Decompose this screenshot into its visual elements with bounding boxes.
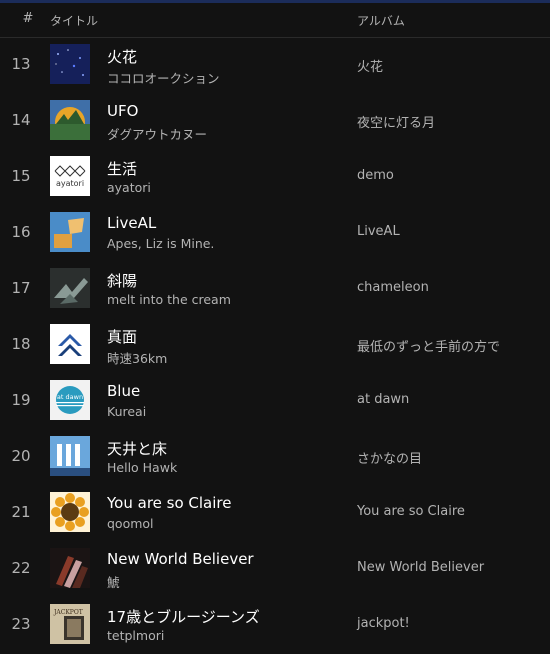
ufo-album-art [50,100,90,140]
track-row[interactable]: 23 JACKPOT 17歳とブルージーンズ tetplmori jackpot… [0,598,550,654]
hibana-album-art [50,44,90,84]
track-title[interactable]: 火花 [107,46,137,67]
new-world-album-art [50,548,90,588]
track-artist[interactable]: Apes, Liz is Mine. [107,236,214,251]
track-row[interactable]: 14 UFO ダグアウトカヌー 夜空に灯る月 [0,94,550,150]
track-artist[interactable]: ココロオークション [107,68,220,87]
track-artist[interactable]: ダグアウトカヌー [107,124,207,143]
track-album[interactable]: 火花 [357,56,383,75]
track-title[interactable]: 17歳とブルージーンズ [107,606,260,627]
track-number: 21 [11,503,31,521]
track-number: 14 [11,111,31,129]
track-number: 13 [11,55,31,73]
track-album[interactable]: 最低のずっと手前の方で [357,336,500,355]
column-header-number: # [22,11,34,26]
chevron-album-art [50,324,90,364]
track-album[interactable]: LiveAL [357,224,400,239]
jackpot-album-art: JACKPOT [50,604,90,644]
track-album[interactable]: New World Believer [357,560,484,575]
tracklist: 13 火花 ココロオークション 火花 14 UFO ダグアウトカヌー 夜空に灯る… [0,38,550,654]
track-artist[interactable]: ayatori [107,180,151,195]
track-artist[interactable]: melt into the cream [107,292,231,307]
track-number: 18 [11,335,31,353]
track-number: 23 [11,615,31,633]
at-dawn-album-art: at dawn [50,380,90,420]
track-title[interactable]: 斜陽 [107,270,137,291]
track-album[interactable]: jackpot! [357,616,410,631]
track-row[interactable]: 18 真面 時速36km 最低のずっと手前の方で [0,318,550,374]
track-album[interactable]: You are so Claire [357,504,465,519]
track-title[interactable]: You are so Claire [107,494,231,512]
track-artist[interactable]: Kureai [107,404,146,419]
sunflower-album-art [50,492,90,532]
track-row[interactable]: 17 斜陽 melt into the cream chameleon [0,262,550,318]
track-artist[interactable]: 鯱 [107,572,120,591]
column-header-album[interactable]: アルバム [357,12,405,29]
track-title[interactable]: 天井と床 [107,438,167,459]
track-row[interactable]: 16 LiveAL Apes, Liz is Mine. LiveAL [0,206,550,262]
track-row[interactable]: 13 火花 ココロオークション 火花 [0,38,550,94]
track-row[interactable]: 21 You are so Claire qoomol You are so C… [0,486,550,542]
track-album[interactable]: chameleon [357,280,429,295]
track-artist[interactable]: Hello Hawk [107,460,177,475]
track-artist[interactable]: qoomol [107,516,154,531]
track-number: 16 [11,223,31,241]
track-number: 20 [11,447,31,465]
track-title[interactable]: 生活 [107,158,137,179]
track-number: 19 [11,391,31,409]
track-row[interactable]: 15 ayatori 生活 ayatori demo [0,150,550,206]
art-text: ayatori [56,179,84,188]
track-row[interactable]: 22 New World Believer 鯱 New World Believ… [0,542,550,598]
track-album[interactable]: 夜空に灯る月 [357,112,435,131]
track-title[interactable]: New World Believer [107,550,254,568]
tracklist-header: # タイトル アルバム [0,3,550,38]
column-header-title[interactable]: タイトル [50,12,98,29]
art-text: at dawn [57,393,83,401]
track-number: 17 [11,279,31,297]
track-title[interactable]: LiveAL [107,214,156,232]
track-title[interactable]: 真面 [107,326,137,347]
track-title[interactable]: UFO [107,102,138,120]
track-title[interactable]: Blue [107,382,140,400]
sakana-album-art [50,436,90,476]
track-number: 22 [11,559,31,577]
track-row[interactable]: 20 天井と床 Hello Hawk さかなの目 [0,430,550,486]
chameleon-album-art [50,268,90,308]
track-album[interactable]: at dawn [357,392,409,407]
art-text: JACKPOT [53,609,83,616]
track-number: 15 [11,167,31,185]
ayatori-logo-art: ayatori [50,156,90,196]
track-album[interactable]: demo [357,168,394,183]
track-row[interactable]: 19 at dawn Blue Kureai at dawn [0,374,550,430]
track-artist[interactable]: 時速36km [107,348,167,367]
track-album[interactable]: さかなの目 [357,448,422,467]
track-artist[interactable]: tetplmori [107,628,164,643]
liveal-album-art [50,212,90,252]
